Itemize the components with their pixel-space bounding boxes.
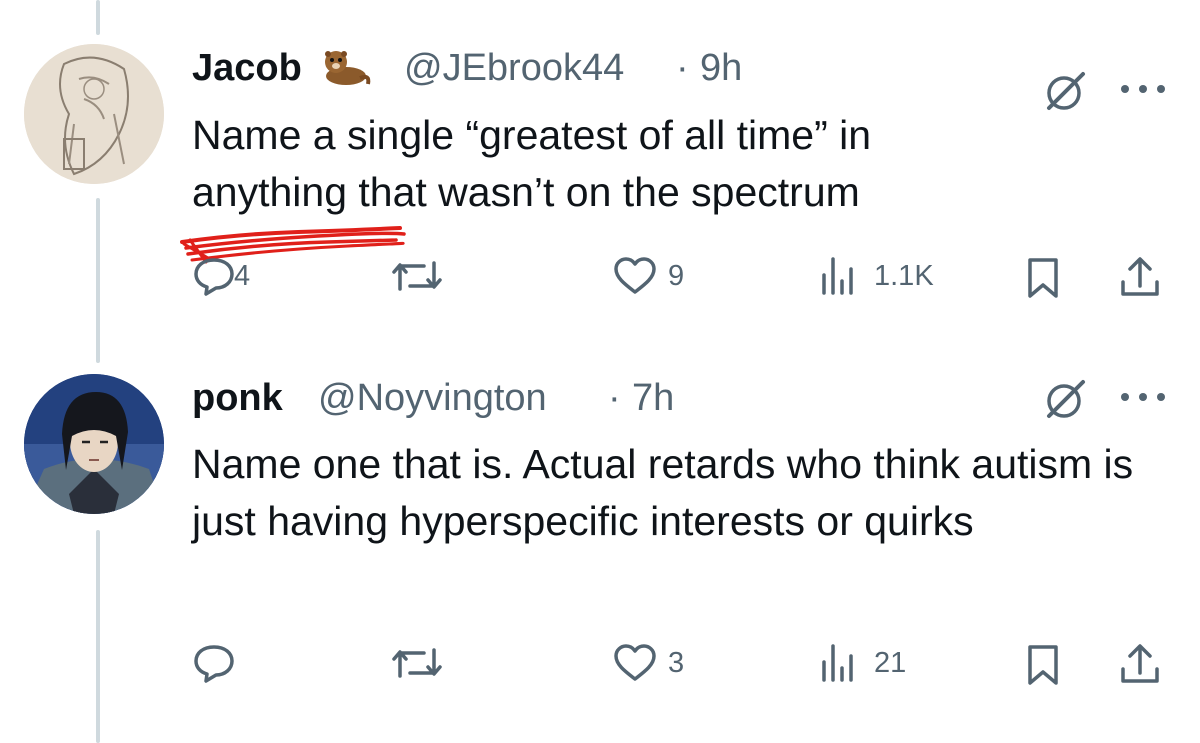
display-name[interactable]: ponk	[192, 377, 283, 420]
views-button[interactable]: 1.1K	[818, 255, 934, 297]
separator-dot: ·	[608, 377, 621, 419]
anime-avatar-image	[24, 374, 164, 514]
grok-icon[interactable]	[1043, 378, 1087, 427]
retweet-icon	[392, 648, 442, 678]
user-handle[interactable]: @JEbrook44	[404, 47, 624, 90]
view-count: 1.1K	[874, 259, 934, 292]
timestamp[interactable]: 7h	[632, 377, 674, 420]
sketch-avatar-image	[24, 44, 164, 184]
reply-icon	[194, 258, 234, 296]
avatar[interactable]	[24, 44, 164, 184]
tweet-text: Name one that is. Actual retards who thi…	[192, 441, 1134, 544]
thread-line-middle	[96, 198, 100, 363]
heart-icon	[614, 257, 656, 294]
like-count: 3	[668, 646, 685, 679]
views-chart-icon	[822, 644, 853, 682]
bookmark-icon[interactable]	[1024, 256, 1062, 305]
like-button[interactable]: 9	[612, 255, 684, 297]
like-button[interactable]: 3	[612, 642, 684, 684]
more-options-icon[interactable]	[1118, 82, 1168, 101]
retweet-button[interactable]	[390, 255, 454, 297]
thread-line-top	[96, 0, 100, 35]
reply-icon	[194, 645, 234, 683]
display-name[interactable]: Jacob	[192, 47, 302, 90]
bookmark-icon[interactable]	[1024, 643, 1062, 692]
reply-button[interactable]: 4	[192, 255, 250, 297]
share-icon[interactable]	[1118, 254, 1162, 305]
more-options-icon[interactable]	[1118, 390, 1168, 409]
retweet-icon	[392, 261, 442, 291]
views-button[interactable]: 21	[818, 642, 906, 684]
reply-button[interactable]	[192, 642, 246, 684]
otter-emoji-icon	[320, 46, 372, 95]
timestamp[interactable]: 9h	[700, 47, 742, 90]
reply-count: 4	[234, 259, 251, 292]
heart-icon	[614, 644, 656, 681]
avatar[interactable]	[24, 374, 164, 514]
share-icon[interactable]	[1118, 641, 1162, 692]
user-handle[interactable]: @Noyvington	[318, 377, 547, 420]
retweet-button[interactable]	[390, 642, 454, 684]
view-count: 21	[874, 646, 907, 679]
grok-icon[interactable]	[1043, 70, 1087, 119]
like-count: 9	[668, 259, 685, 292]
views-chart-icon	[822, 257, 853, 295]
tweet-text: Name a single “greatest of all time” in …	[192, 112, 872, 215]
separator-dot: ·	[676, 47, 689, 89]
thread-line-bottom	[96, 530, 100, 743]
